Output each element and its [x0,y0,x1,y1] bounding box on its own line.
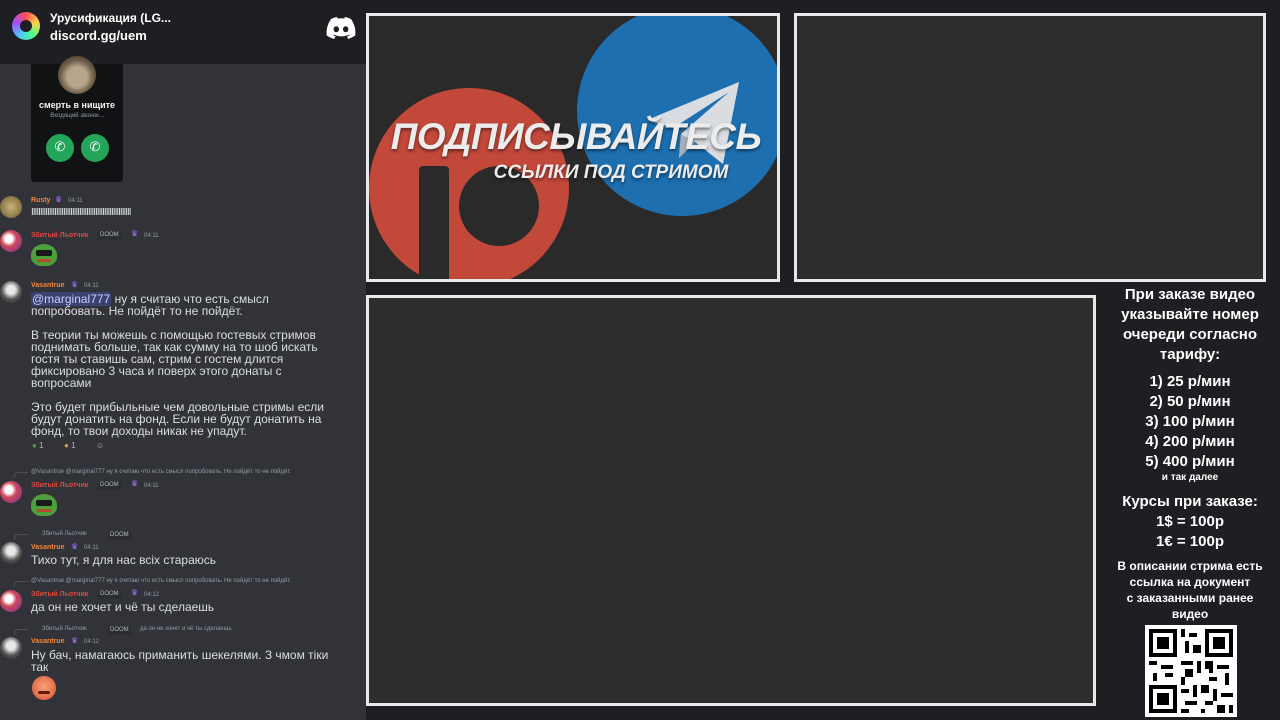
message-text: так [31,660,49,674]
discord-chat-panel: Урусификация (LG... discord.gg/uem смерт… [0,0,366,720]
reply-spine [14,629,28,635]
message-author[interactable]: Vasantrue [31,638,64,645]
crown-icon: ♛ [131,229,139,238]
reply-preview[interactable]: @Vasantrue @marginal777 ну я считаю что … [31,469,291,475]
angry-face-emoji-icon [32,676,56,700]
doc-note: с заказанными ранее [1126,591,1254,605]
role-tag: DOOM [98,231,121,240]
avatar[interactable] [0,196,22,218]
reply-preview-text: да он не хочет и чё ты сделаешь [140,626,232,632]
crown-icon: ♛ [71,636,79,645]
reply-preview[interactable]: Збитый Льотчик [42,626,87,632]
message-text: фонд, то твои доходы никак не упадут. [31,424,247,438]
message-author[interactable]: Vasantrue [31,544,64,551]
message-author[interactable]: Vasantrue [31,282,64,289]
message-text: Ну бач, намагаюсь приманить шекелями. З … [31,648,329,662]
info-heading: При заказе видео [1124,286,1256,303]
message-timestamp: 04:11 [144,233,159,239]
message-author[interactable]: Збитый Льотчик [31,591,88,598]
crown-icon: ♛ [131,588,139,597]
add-reaction-button[interactable]: ☺ [96,441,104,450]
reply-spine [14,534,28,540]
tariff-item: 3) 100 р/мин [1145,413,1235,430]
message-timestamp: 04:12 [144,592,160,598]
rates-heading: Курсы при заказе: [1122,493,1258,510]
tariff-etc: и так далее [1161,472,1219,483]
avatar[interactable] [0,542,22,564]
doc-note: В описании стрима есть [1117,559,1263,573]
message-timestamp: 04:12 [84,639,100,645]
reaction-pill[interactable]: ● 1 [64,441,76,450]
tariff-item: 4) 200 р/мин [1145,433,1235,450]
message-author[interactable]: Збитый Льотчик [31,482,88,489]
smile-icon: ☺ [96,441,105,450]
message-text: вопросами [31,376,92,390]
message-timestamp: 04:11 [68,198,83,204]
pepe-emoji-icon [31,494,57,516]
rate-item: 1€ = 100р [1156,533,1224,550]
reply-preview[interactable]: Збитый Льотчик [42,531,87,537]
reaction-pill[interactable]: ● 1 [32,441,44,450]
promo-subtitle: ССЫЛКИ ПОД СТРИМОМ [493,162,729,183]
message-author[interactable]: Rusty [31,197,50,204]
message-text: Тихо тут, я для нас всіх стараюсь [31,553,217,567]
reply-spine [14,472,28,478]
message-text: попробовать. Не пойдёт то не пойдёт. [31,304,243,318]
qr-code-icon [1145,625,1237,717]
tariff-item: 1) 25 р/мин [1149,373,1231,390]
incoming-call-popup: смерть в нищите Входящий звонок... ✆ ✆ [31,56,123,182]
crown-icon: ♛ [55,195,63,204]
webcam-frame [794,13,1266,282]
doc-note: видео [1171,607,1209,621]
rainbow-emoji-icon: ● [64,441,69,450]
tariff-item: 2) 50 р/мин [1149,393,1231,410]
server-invite-link[interactable]: discord.gg/uem [50,28,147,43]
crown-icon: ♛ [71,280,79,289]
info-heading: очереди согласно [1122,326,1258,343]
order-info-panel: При заказе видео указывайте номер очеред… [1100,283,1280,720]
accept-video-call-button[interactable]: ✆ [81,134,109,162]
message-timestamp: 04:11 [84,283,99,289]
avatar[interactable] [0,590,22,612]
server-icon[interactable] [12,12,40,40]
crown-icon: ♛ [71,542,79,551]
avatar[interactable] [0,230,22,252]
caller-name: смерть в нищите [38,100,116,110]
avatar[interactable] [0,637,22,659]
server-name: Урусификация (LG... [50,11,171,25]
info-heading: указывайте номер [1121,306,1259,323]
discord-logo-icon [326,17,356,39]
reply-spine [14,581,28,587]
server-header[interactable]: Урусификация (LG... discord.gg/uem [0,0,366,64]
accept-call-button[interactable]: ✆ [46,134,74,162]
message-timestamp: 04:11 [84,545,99,551]
avatar[interactable] [0,481,22,503]
pepe-emoji-icon [31,244,57,266]
role-tag: DOOM [108,626,131,635]
message-text: да он не хочет и чё ты сделаешь [31,600,215,614]
reply-preview[interactable]: @Vasantrue @marginal777 ну я считаю что … [31,578,291,584]
message-text: IIIIIIIIIIIIIIIIIIIIIIIIIIIIIIIIIIIIIIII… [31,207,132,218]
crown-icon: ♛ [131,479,139,488]
role-tag: DOOM [98,590,121,599]
avatar[interactable] [0,281,22,303]
info-heading: тарифу: [1159,346,1221,363]
main-video-frame [366,295,1096,706]
phone-icon: ✆ [54,140,66,155]
doc-note: ссылка на документ [1129,575,1251,589]
promo-title: ПОДПИСЫВАЙТЕСЬ [390,116,762,157]
message-timestamp: 04:11 [144,483,159,489]
rate-item: 1$ = 100р [1156,513,1224,530]
call-status: Входящий звонок... [50,113,104,119]
tariff-item: 5) 400 р/мин [1145,453,1235,470]
message-author[interactable]: Збитый Льотчик [31,232,88,239]
caller-avatar [58,56,96,94]
role-tag: DOOM [108,531,131,540]
pepe-emoji-icon: ● [32,441,37,450]
promo-banner: ПОДПИСЫВАЙТЕСЬ ССЫЛКИ ПОД СТРИМОМ [366,13,780,282]
phone-icon: ✆ [89,140,101,155]
role-tag: DOOM [98,481,121,490]
